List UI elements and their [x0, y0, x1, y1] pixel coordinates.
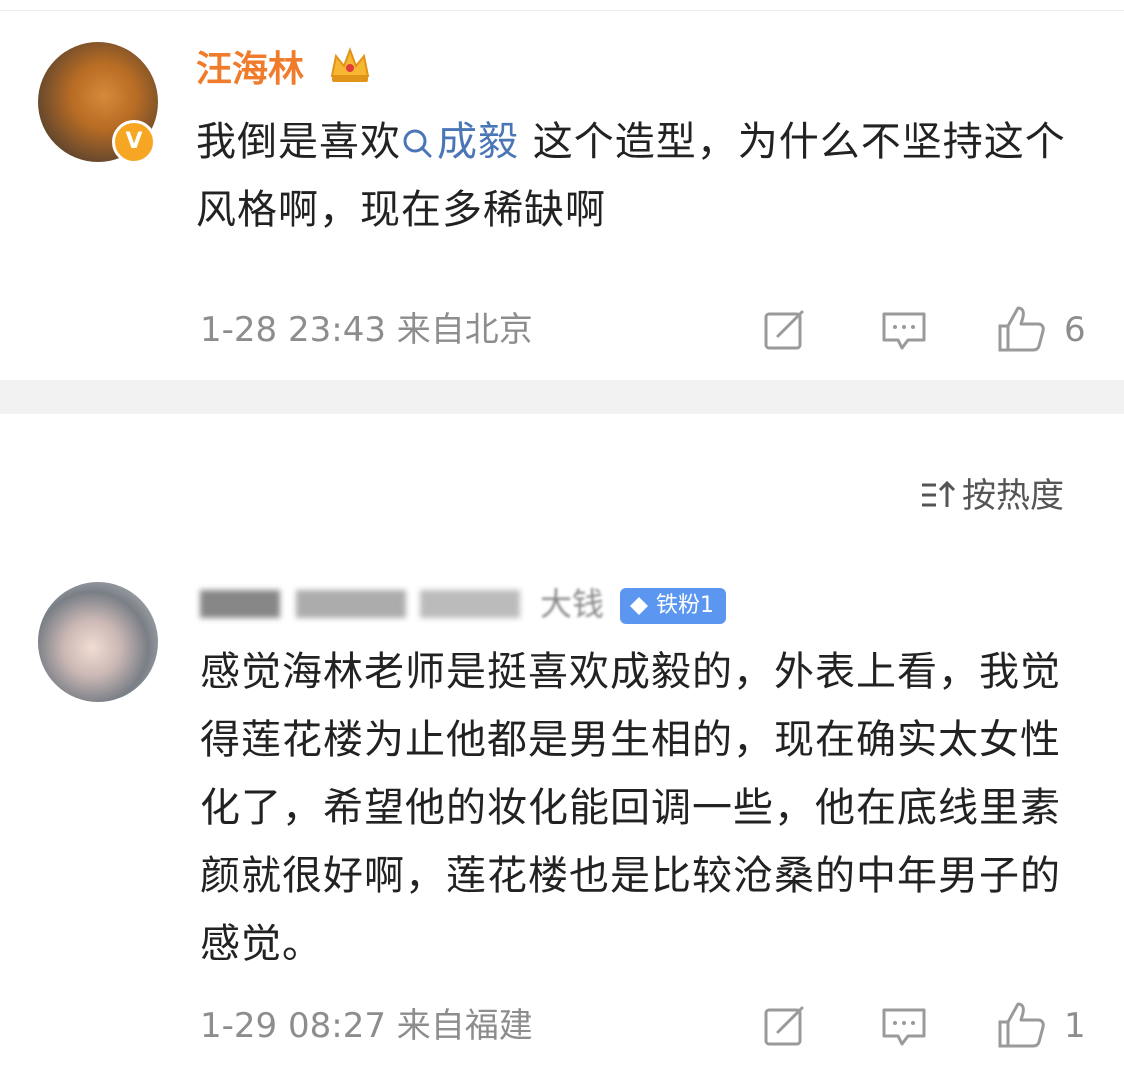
mention-name: 成毅 — [437, 119, 519, 165]
timestamp: 1-29 08:27 — [200, 1006, 386, 1046]
avatar[interactable] — [38, 582, 158, 702]
location: 来自北京 — [396, 310, 533, 350]
repost-icon[interactable] — [762, 308, 808, 354]
search-icon — [403, 129, 432, 158]
mention-link[interactable]: 成毅 — [401, 119, 519, 165]
repost-icon[interactable] — [762, 1004, 808, 1050]
verified-badge-icon: V — [112, 120, 156, 164]
comment-text: 我倒是喜欢 成毅 这个造型，为什么不坚持这个风格啊，现在多稀缺啊 — [196, 108, 1076, 244]
sort-label: 按热度 — [962, 476, 1064, 516]
blurred-username — [420, 590, 520, 618]
comment-meta: 1-29 08:27 来自福建 — [200, 1006, 533, 1046]
sort-button[interactable]: 按热度 — [920, 476, 1064, 516]
like-icon[interactable] — [996, 1000, 1048, 1050]
blurred-username — [296, 590, 406, 618]
section-divider — [0, 380, 1124, 414]
crown-icon — [330, 47, 370, 82]
diamond-icon — [630, 597, 648, 615]
timestamp: 1-28 23:43 — [200, 310, 386, 350]
sort-icon — [922, 480, 956, 507]
top-divider — [0, 10, 1124, 11]
comment-icon[interactable] — [880, 308, 928, 354]
comment-text-before: 我倒是喜欢 — [196, 119, 401, 165]
like-count: 1 — [1064, 1006, 1086, 1046]
blurred-username — [200, 590, 280, 618]
like-icon[interactable] — [996, 304, 1048, 354]
like-count: 6 — [1064, 310, 1086, 350]
comment-meta: 1-28 23:43 来自北京 — [200, 310, 533, 350]
fan-badge: 铁粉1 — [620, 588, 726, 624]
fan-badge-label: 铁粉1 — [656, 593, 714, 618]
username[interactable]: 汪海林 — [196, 48, 304, 92]
comment-text: 感觉海林老师是挺喜欢成毅的，外表上看，我觉得莲花楼为止他都是男生相的，现在确实太… — [200, 649, 1061, 967]
comment-icon[interactable] — [880, 1004, 928, 1050]
location: 来自福建 — [396, 1006, 533, 1046]
username-fragment[interactable]: 大钱 — [540, 584, 604, 624]
